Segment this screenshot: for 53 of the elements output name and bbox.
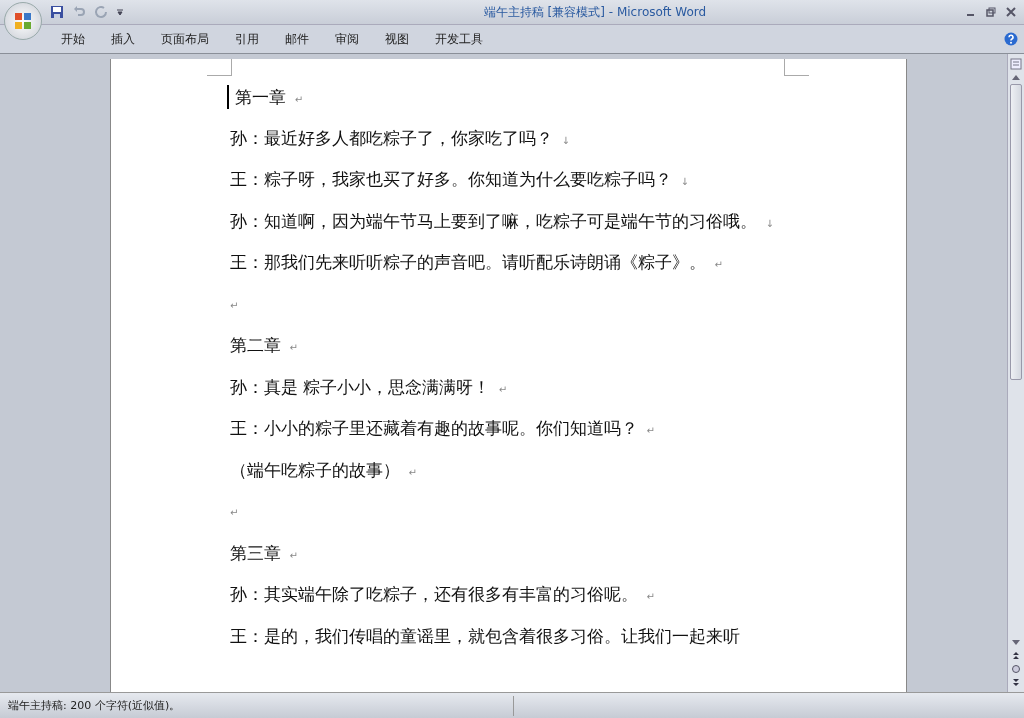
margin-corner-mark: [784, 59, 809, 76]
ribbon-tab[interactable]: 页面布局: [148, 28, 222, 50]
paragraph-mark: ↓: [680, 176, 689, 187]
text-cursor: [227, 85, 229, 109]
paragraph-mark: ↵: [646, 591, 655, 602]
ribbon-tab[interactable]: 插入: [98, 28, 148, 50]
ribbon-tab[interactable]: 引用: [222, 28, 272, 50]
restore-icon[interactable]: [986, 7, 996, 17]
paragraph-text: 孙：其实端午除了吃粽子，还有很多有丰富的习俗呢。: [230, 584, 638, 604]
paragraph-mark: ↓: [561, 134, 570, 146]
paragraph-text: 王：是的，我们传唱的童谣里，就包含着很多习俗。让我们一起来听: [230, 625, 740, 646]
scroll-thumb[interactable]: [1010, 84, 1022, 380]
ruler-icon[interactable]: [1010, 58, 1022, 70]
window-title: 端午主持稿 [兼容模式] - Microsoft Word: [483, 3, 707, 21]
vertical-scrollbar[interactable]: [1007, 54, 1024, 692]
margin-corner-mark: [207, 59, 232, 76]
customize-caret-icon[interactable]: [116, 8, 124, 16]
ribbon-tab[interactable]: 开发工具: [422, 28, 496, 50]
scroll-down-icon[interactable]: [1011, 640, 1021, 646]
help-icon[interactable]: [1004, 32, 1018, 46]
previous-page-icon[interactable]: [1011, 650, 1021, 660]
paragraph-mark: ↵: [230, 299, 239, 311]
ribbon-tab[interactable]: 邮件: [272, 28, 322, 50]
paragraph-mark: ↵: [230, 507, 239, 518]
paragraph-text: 孙：最近好多人都吃粽子了，你家吃了吗？: [230, 127, 553, 148]
save-icon[interactable]: [50, 5, 64, 19]
office-logo-icon: [13, 11, 33, 31]
paragraph-mark: ↵: [714, 259, 723, 270]
paragraph-mark: ↓: [765, 217, 774, 229]
paragraph-text: 孙：知道啊，因为端午节马上要到了嘛，吃粽子可是端午节的习俗哦。: [230, 210, 757, 231]
office-button[interactable]: [4, 2, 42, 40]
paragraph-mark: ↵: [294, 94, 304, 105]
paragraph-text: 第一章: [235, 87, 287, 107]
next-page-icon[interactable]: [1011, 678, 1021, 688]
ribbon-tab[interactable]: 审阅: [322, 28, 372, 50]
paragraph-text: 第二章: [230, 335, 281, 355]
paragraph-text: （端午吃粽子的故事）: [230, 459, 400, 480]
paragraph-mark: ↵: [289, 342, 298, 353]
paragraph-text: 王：粽子呀，我家也买了好多。你知道为什么要吃粽子吗？: [230, 169, 672, 189]
paragraph-mark: ↵: [498, 383, 508, 395]
scroll-up-icon[interactable]: [1011, 74, 1021, 80]
paragraph-text: 王：小小的粽子里还藏着有趣的故事呢。你们知道吗？: [230, 418, 638, 438]
paragraph-mark: ↵: [646, 425, 655, 436]
paragraph-mark: ↵: [289, 549, 298, 561]
paragraph-text: 孙：真是 粽子小小，思念满满呀！: [230, 376, 491, 397]
paragraph-text: 第三章: [230, 542, 281, 563]
status-text: 端午主持稿: 200 个字符(近似值)。: [7, 698, 182, 713]
paragraph-mark: ↵: [408, 466, 417, 478]
ribbon-tab[interactable]: 视图: [372, 28, 422, 50]
browse-object-icon[interactable]: [1011, 664, 1021, 674]
close-icon[interactable]: [1006, 7, 1016, 17]
paragraph-text: 王：那我们先来听听粽子的声音吧。请听配乐诗朗诵《粽子》。: [230, 252, 706, 272]
ribbon-tab[interactable]: 开始: [48, 28, 98, 50]
